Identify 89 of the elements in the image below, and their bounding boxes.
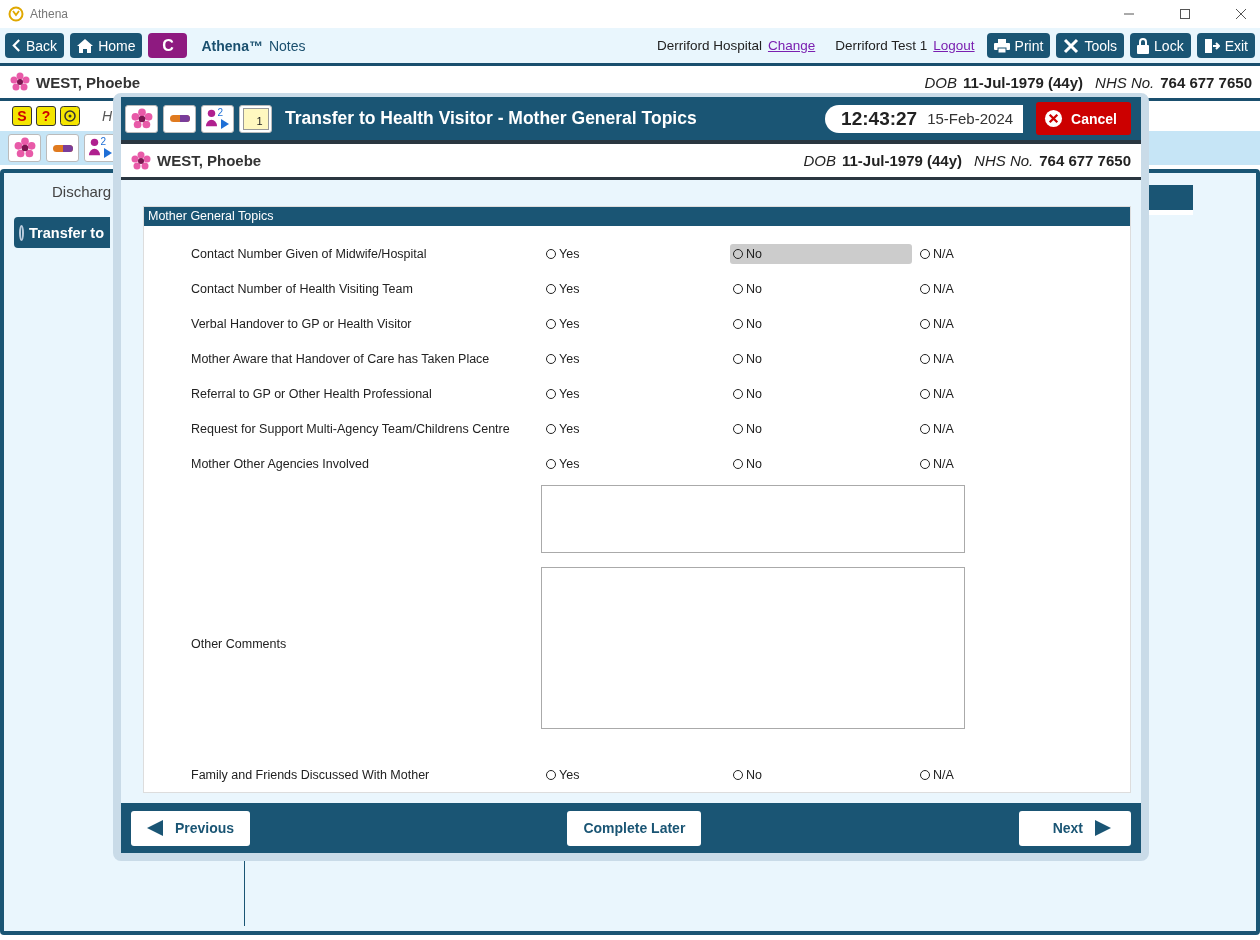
patient-name: WEST, Phoebe bbox=[157, 152, 262, 169]
toolbar-button[interactable]: Print bbox=[986, 33, 1051, 58]
sidebar-item[interactable]: Transfer to bbox=[14, 217, 110, 248]
question-label: Contact Number of Health Visiting Team bbox=[191, 281, 414, 296]
radio-option[interactable]: N/A bbox=[917, 764, 1099, 785]
radio-option[interactable]: Yes bbox=[543, 764, 725, 785]
question-label: Contact Number Given of Midwife/Hospital bbox=[191, 246, 428, 261]
radio-option[interactable]: No bbox=[730, 278, 912, 299]
radio-option[interactable]: Yes bbox=[543, 278, 725, 299]
flower-icon bbox=[130, 107, 153, 130]
next-button[interactable]: Next bbox=[1018, 810, 1131, 846]
window-title: Athena bbox=[30, 7, 69, 21]
question-label: Verbal Handover to GP or Health Visitor bbox=[191, 316, 413, 331]
radio-option[interactable]: No bbox=[730, 764, 912, 785]
dob-value: 11-Jul-1979 (44y) bbox=[841, 152, 963, 169]
question-label: Mother Other Agencies Involved bbox=[191, 456, 370, 471]
padlock-icon bbox=[1137, 37, 1150, 54]
patient-name: WEST, Phoebe bbox=[36, 73, 141, 91]
section-title: Mother General Topics bbox=[144, 207, 1130, 226]
question-label: Request for Support Multi-Agency Team/Childrens Centre bbox=[191, 421, 511, 436]
notepad-icon: 1 bbox=[242, 107, 269, 130]
app-product: Notes bbox=[268, 37, 306, 54]
toolbar-button[interactable]: Lock bbox=[1130, 33, 1191, 58]
radio-option[interactable]: Yes bbox=[543, 383, 725, 404]
radio-option[interactable]: Yes bbox=[543, 418, 725, 439]
capsule-icon bbox=[167, 114, 192, 123]
triangle-right-icon bbox=[1095, 820, 1111, 836]
dialog-title: Transfer to Health Visitor - Mother General Topics bbox=[285, 108, 697, 129]
app-logo-icon bbox=[8, 6, 24, 22]
close-icon[interactable] bbox=[1235, 8, 1247, 20]
close-icon bbox=[1044, 109, 1064, 128]
capsule-icon bbox=[50, 143, 75, 153]
c-button[interactable]: C bbox=[148, 33, 188, 58]
nhs-value: 764 677 7650 bbox=[1039, 152, 1131, 169]
exit-icon bbox=[1203, 37, 1220, 54]
home-icon bbox=[77, 38, 94, 53]
radio-option[interactable]: No bbox=[730, 348, 912, 369]
hospital-name: Derriford Hospital bbox=[656, 38, 762, 53]
alert-text: H bbox=[102, 108, 113, 124]
radio-option[interactable]: Yes bbox=[543, 313, 725, 334]
radio-option[interactable]: Yes bbox=[543, 348, 725, 369]
question-label: Other Comments bbox=[191, 637, 288, 651]
flower-icon bbox=[10, 72, 30, 92]
previous-button[interactable]: Previous bbox=[131, 810, 251, 846]
radio-option[interactable]: N/A bbox=[917, 313, 1099, 334]
question-label: Family and Friends Discussed With Mother bbox=[191, 767, 431, 782]
printer-icon bbox=[993, 38, 1010, 53]
app-brand: Athena™ bbox=[201, 37, 263, 54]
radio-option[interactable]: N/A bbox=[917, 453, 1099, 474]
nhs-label: NHS No. bbox=[974, 152, 1034, 169]
radio-option[interactable]: N/A bbox=[917, 383, 1099, 404]
radio-option[interactable]: N/A bbox=[917, 348, 1099, 369]
target-icon[interactable] bbox=[60, 106, 80, 126]
radio-option[interactable]: N/A bbox=[917, 278, 1099, 299]
radio-option[interactable]: N/A bbox=[917, 418, 1099, 439]
radio-option[interactable]: N/A bbox=[917, 243, 1099, 264]
complete-later-button[interactable]: Complete Later bbox=[567, 810, 702, 846]
alert-icon[interactable]: ? bbox=[36, 106, 56, 126]
radio-option[interactable]: No bbox=[730, 418, 912, 439]
clock-panel: 12:43:27 15-Feb-2024 bbox=[825, 104, 1024, 133]
dob-label: DOB bbox=[803, 152, 836, 169]
dob-label: DOB bbox=[924, 73, 957, 91]
flower-icon bbox=[131, 150, 151, 171]
question-label: Referral to GP or Other Health Professional bbox=[191, 386, 433, 401]
alert-icon[interactable]: S bbox=[12, 106, 32, 126]
user-name: Derriford Test 1 bbox=[835, 38, 928, 53]
radio-option[interactable]: No bbox=[730, 453, 912, 474]
radio-option[interactable]: No bbox=[730, 383, 912, 404]
toolbar-button[interactable]: Tools bbox=[1056, 33, 1125, 58]
home-button[interactable]: Home bbox=[70, 33, 143, 58]
radio-option[interactable]: Yes bbox=[543, 453, 725, 474]
logout-link[interactable]: Logout bbox=[933, 38, 975, 53]
toolbar-button[interactable]: Exit bbox=[1196, 33, 1255, 58]
tools-icon bbox=[1063, 37, 1080, 54]
question-label: Mother Aware that Handover of Care has Taken Place bbox=[191, 351, 491, 366]
nhs-value: 764 677 7650 bbox=[1160, 73, 1252, 91]
flower-icon bbox=[13, 137, 36, 159]
radio-option[interactable]: No bbox=[730, 243, 912, 264]
radio-option[interactable]: Yes bbox=[543, 243, 725, 264]
cancel-button[interactable]: Cancel bbox=[1036, 102, 1131, 135]
section-heading: Discharg bbox=[51, 183, 113, 202]
chevron-left-icon bbox=[12, 39, 21, 52]
change-link[interactable]: Change bbox=[767, 38, 816, 53]
triangle-left-icon bbox=[147, 820, 163, 836]
nhs-label: NHS No. bbox=[1095, 73, 1155, 91]
back-button[interactable]: Back bbox=[5, 33, 65, 58]
dob-value: 11-Jul-1979 (44y) bbox=[962, 73, 1084, 91]
radio-option[interactable]: No bbox=[730, 313, 912, 334]
maximize-icon[interactable] bbox=[1179, 8, 1191, 20]
